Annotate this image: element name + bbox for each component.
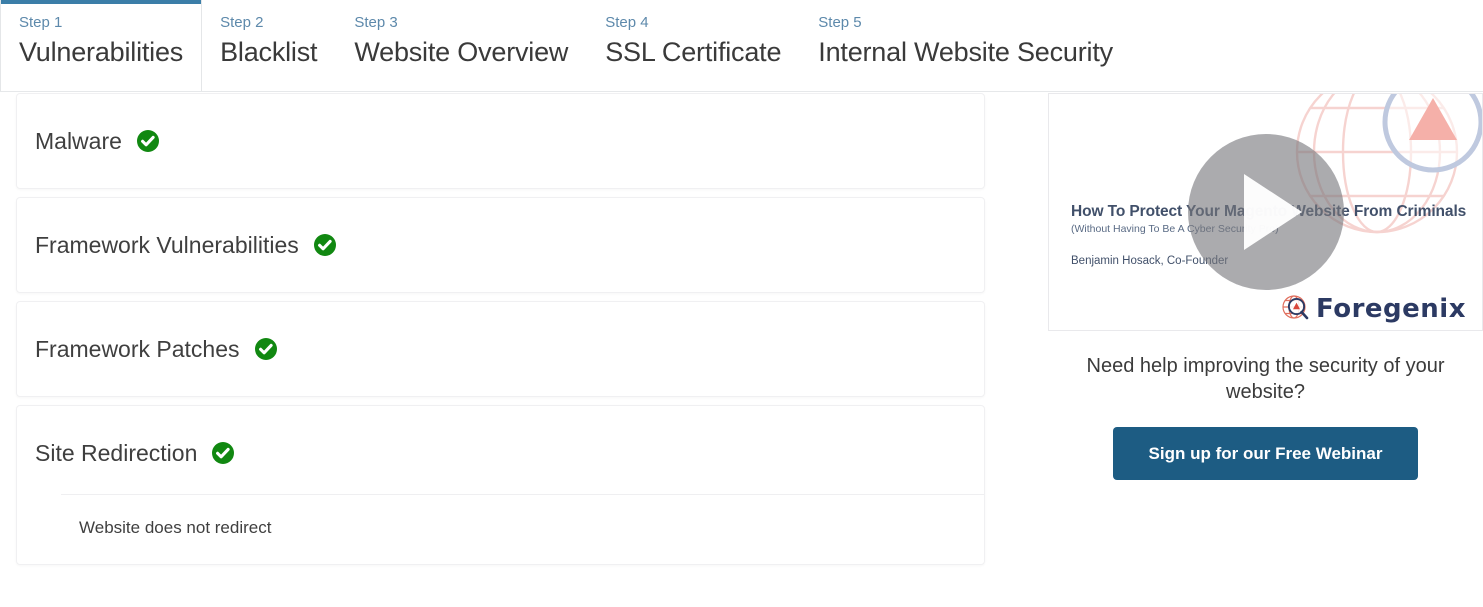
tab-title-label: Website Overview xyxy=(354,37,569,67)
foregenix-logo-icon: Foregenix xyxy=(1281,294,1466,324)
check-row: Framework Vulnerabilities xyxy=(17,198,984,292)
step-tabbar: Step 1 Vulnerabilities Step 2 Blacklist … xyxy=(0,0,1483,92)
check-detail-row: Website does not redirect xyxy=(61,494,984,564)
promo-button-wrap: Sign up for our Free Webinar xyxy=(1048,427,1483,480)
webinar-video-thumbnail[interactable]: How To Protect Your Magento Website From… xyxy=(1048,93,1483,331)
check-circle-icon xyxy=(254,337,278,361)
logo-wordmark: Foregenix xyxy=(1316,294,1466,324)
check-row: Site Redirection xyxy=(17,406,984,500)
check-label: Malware xyxy=(35,128,122,154)
promo-rail: How To Protect Your Magento Website From… xyxy=(1048,93,1483,607)
tab-internal-website-security[interactable]: Step 5 Internal Website Security xyxy=(800,0,1132,91)
check-circle-icon xyxy=(313,233,337,257)
check-card-site-redirection: Site Redirection Website does not redire… xyxy=(16,405,985,565)
check-card-framework-vulnerabilities: Framework Vulnerabilities xyxy=(16,197,985,293)
tab-step-label: Step 2 xyxy=(220,14,264,31)
sign-up-webinar-button[interactable]: Sign up for our Free Webinar xyxy=(1112,427,1419,480)
tab-title-label: SSL Certificate xyxy=(605,37,782,67)
tab-step-label: Step 1 xyxy=(19,14,63,31)
check-detail-text: Website does not redirect xyxy=(79,518,272,537)
check-card-framework-patches: Framework Patches xyxy=(16,301,985,397)
tab-step-label: Step 5 xyxy=(818,14,862,31)
tab-ssl-certificate[interactable]: Step 4 SSL Certificate xyxy=(587,0,801,91)
tab-step-label: Step 4 xyxy=(605,14,649,31)
play-triangle xyxy=(1243,174,1302,250)
play-icon[interactable] xyxy=(1187,134,1344,290)
tab-vulnerabilities[interactable]: Step 1 Vulnerabilities xyxy=(0,0,203,91)
check-circle-icon xyxy=(211,441,235,465)
tab-title-label: Internal Website Security xyxy=(818,37,1113,67)
tab-step-label: Step 3 xyxy=(354,14,398,31)
tab-blacklist[interactable]: Step 2 Blacklist xyxy=(202,0,337,91)
vulnerability-check-list: Malware Framework Vulnerabilities Framew… xyxy=(0,93,1040,607)
check-label: Site Redirection xyxy=(35,440,198,466)
check-row: Malware xyxy=(17,94,984,188)
check-detail-section: Website does not redirect xyxy=(17,494,984,564)
check-row: Framework Patches xyxy=(17,302,984,396)
scan-report-page: Step 1 Vulnerabilities Step 2 Blacklist … xyxy=(0,0,1483,607)
check-label: Framework Patches xyxy=(35,336,240,362)
promo-headline: Need help improving the security of your… xyxy=(1086,355,1445,403)
tab-title-label: Blacklist xyxy=(220,37,318,67)
check-label: Framework Vulnerabilities xyxy=(35,232,299,258)
check-card-malware: Malware xyxy=(16,93,985,189)
tab-title-label: Vulnerabilities xyxy=(19,37,184,67)
tab-website-overview[interactable]: Step 3 Website Overview xyxy=(336,0,588,91)
check-circle-icon xyxy=(136,129,160,153)
